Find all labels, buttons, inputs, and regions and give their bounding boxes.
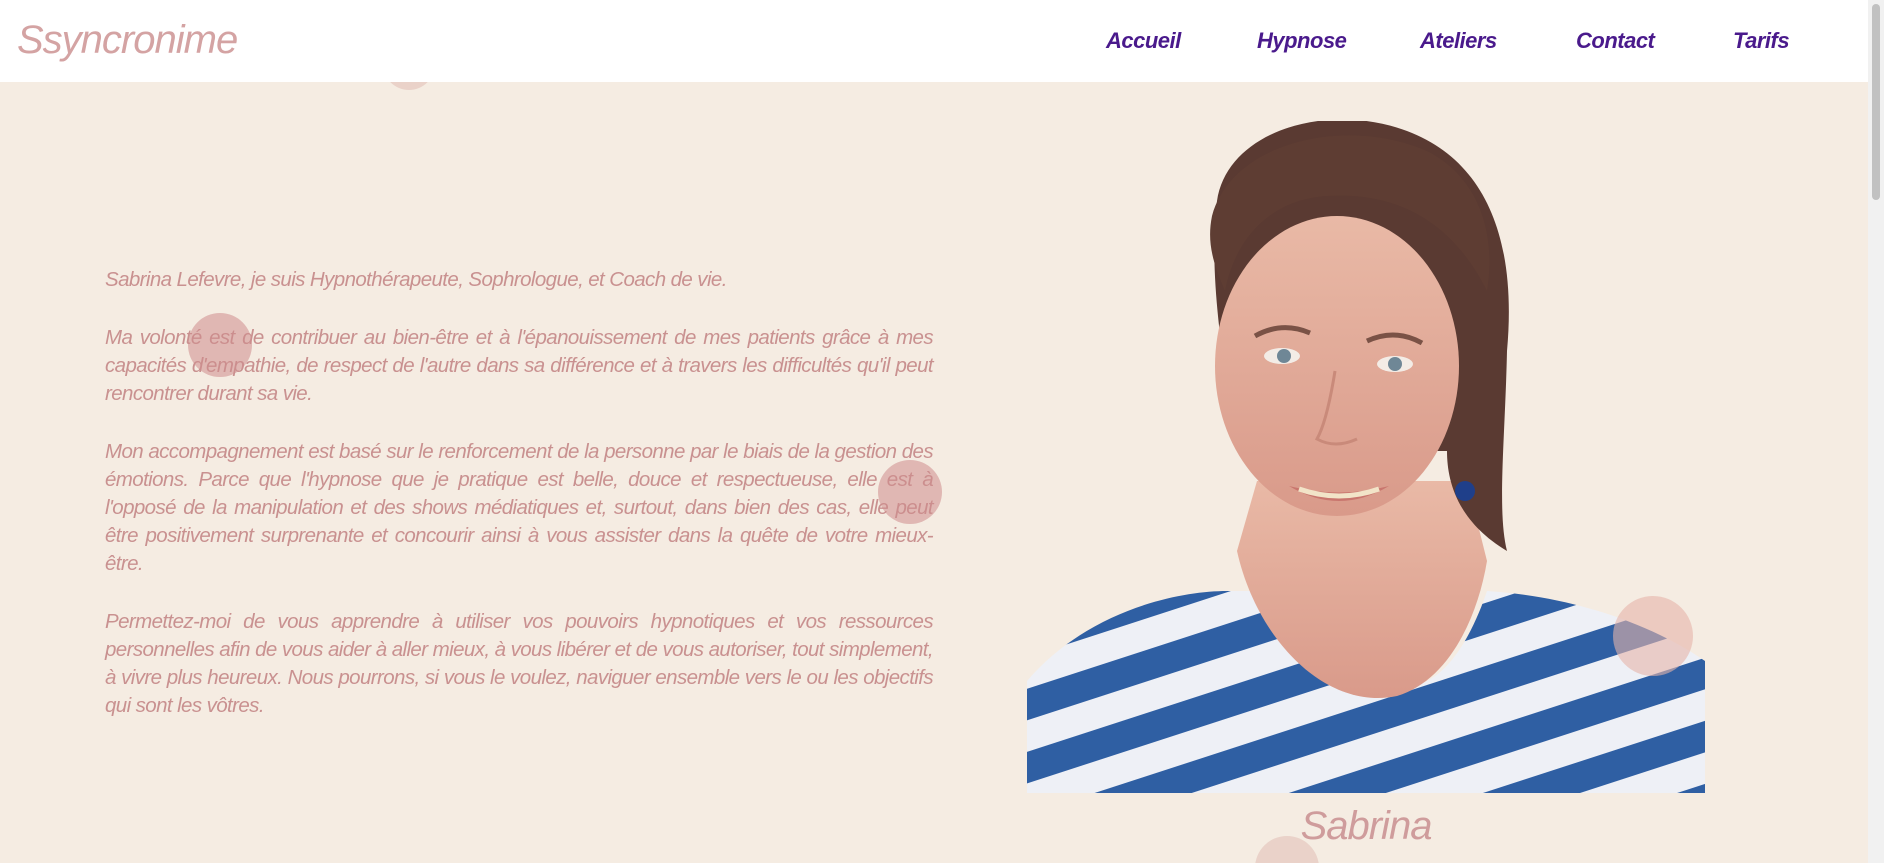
photo-caption: Sabrina (1300, 804, 1433, 848)
intro-paragraph: Permettez-moi de vous apprendre à utilis… (105, 610, 934, 717)
nav-tarifs[interactable]: Tarifs (1733, 28, 1790, 54)
nav-ateliers[interactable]: Ateliers (1420, 28, 1497, 54)
page-scrollbar[interactable] (1868, 0, 1884, 863)
nav-hypnose[interactable]: Hypnose (1257, 28, 1347, 54)
portrait-image (1027, 121, 1705, 793)
intro-paragraph: Sabrina Lefevre, je suis Hypnothérapeute… (105, 268, 727, 291)
scrollbar-thumb[interactable] (1872, 4, 1880, 200)
site-header: Ssyncronime Accueil Hypnose Ateliers Con… (0, 0, 1868, 82)
decorative-bubble (188, 313, 252, 377)
intro-paragraph: Mon accompagnement est basé sur le renfo… (105, 440, 934, 575)
nav-contact[interactable]: Contact (1576, 28, 1655, 54)
main-nav: Accueil Hypnose Ateliers Contact Tarifs (0, 28, 1868, 58)
profile-photo (1027, 121, 1705, 793)
nav-accueil[interactable]: Accueil (1106, 28, 1181, 54)
decorative-bubble (878, 460, 942, 524)
decorative-bubble (1613, 596, 1693, 676)
